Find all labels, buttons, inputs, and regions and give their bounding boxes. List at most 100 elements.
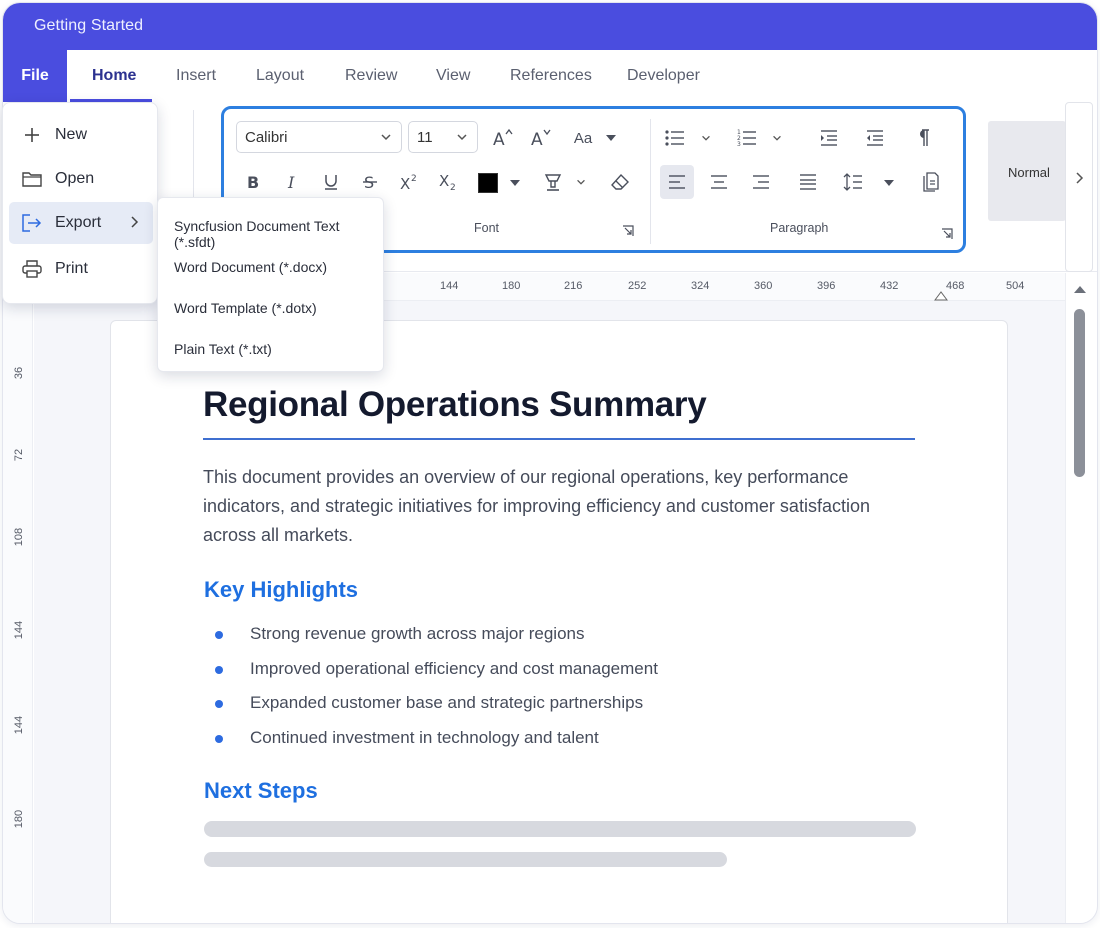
pilcrow-icon (920, 129, 929, 146)
tab-references[interactable]: References (508, 50, 594, 102)
justify-button[interactable] (793, 167, 823, 197)
decrease-indent-button[interactable] (860, 123, 890, 153)
ruler-tick: 144 (13, 620, 25, 640)
ruler-tick: 468 (946, 280, 965, 292)
tab-home[interactable]: Home (69, 50, 154, 102)
export-option-docx[interactable]: Word Document (*.docx) (174, 259, 327, 275)
intro-paragraph[interactable]: This document provides an overview of ou… (203, 463, 883, 550)
italic-button[interactable]: I (278, 167, 308, 197)
menu-item-label: Export (55, 214, 102, 231)
ruler-tick: 180 (502, 280, 521, 292)
scrollbar-thumb[interactable] (1074, 309, 1085, 477)
superscript-button[interactable]: X2 (394, 167, 424, 197)
list-item[interactable]: Continued investment in technology and t… (208, 721, 658, 756)
menu-item-print[interactable]: Print (9, 248, 153, 290)
line-spacing-button[interactable] (838, 167, 868, 197)
next-steps-heading[interactable]: Next Steps (204, 778, 318, 804)
font-size-value: 11 (417, 128, 433, 146)
align-left-button[interactable] (660, 165, 694, 199)
export-icon (22, 214, 42, 232)
ruler-tick: 144 (440, 280, 459, 292)
style-normal[interactable]: Normal (988, 121, 1066, 221)
tab-developer[interactable]: Developer (625, 50, 702, 102)
svg-text:2: 2 (411, 174, 417, 184)
list-item[interactable]: Improved operational efficiency and cost… (208, 652, 658, 687)
tab-layout[interactable]: Layout (254, 50, 306, 102)
caret-down-icon (510, 180, 520, 186)
styles-scroll-button[interactable] (1065, 102, 1093, 272)
svg-text:B: B (247, 174, 259, 190)
bold-button[interactable]: B (238, 167, 268, 197)
highlight-color-button[interactable] (538, 167, 568, 197)
svg-text:I: I (287, 174, 295, 190)
tab-review[interactable]: Review (343, 50, 399, 102)
menu-item-open[interactable]: Open (9, 158, 153, 200)
document-title[interactable]: Regional Operations Summary (203, 385, 707, 425)
change-case-button[interactable]: Aa (567, 123, 599, 153)
ruler-tick: 36 (13, 366, 25, 380)
numbered-list-icon: 123 (737, 129, 756, 147)
document-canvas: Regional Operations Summary This documen… (34, 301, 1065, 923)
tab-file[interactable]: File (3, 50, 67, 102)
ribbon-tabs: File Home Insert Layout Review View Refe… (3, 50, 1097, 102)
show-hide-marks-button[interactable] (908, 123, 938, 153)
tab-view[interactable]: View (434, 50, 472, 102)
font-color-dropdown[interactable] (508, 177, 522, 189)
vertical-scrollbar[interactable] (1065, 273, 1093, 923)
highlighter-icon (544, 174, 562, 191)
document-page[interactable]: Regional Operations Summary This documen… (110, 320, 1008, 923)
export-option-sfdt[interactable]: Syncfusion Document Text (*.sfdt) (174, 218, 383, 250)
tab-insert[interactable]: Insert (174, 50, 218, 102)
paragraph-settings-button[interactable] (916, 167, 946, 197)
underline-icon (325, 175, 337, 190)
eraser-icon (611, 173, 629, 190)
group-separator (650, 119, 651, 244)
bullets-button[interactable] (660, 123, 690, 153)
italic-icon: I (287, 174, 295, 190)
font-size-dropdown[interactable]: 11 (408, 121, 478, 153)
right-indent-marker-icon[interactable] (934, 291, 948, 301)
chevron-down-icon (773, 135, 781, 141)
chevron-down-icon (702, 135, 710, 141)
list-item[interactable]: Expanded customer base and strategic par… (208, 686, 658, 721)
menu-item-new[interactable]: New (9, 114, 153, 156)
subscript-button[interactable]: X2 (433, 167, 463, 197)
underline-button[interactable] (316, 167, 346, 197)
increase-indent-button[interactable] (814, 123, 844, 153)
menu-item-export[interactable]: Export (9, 202, 153, 244)
font-color-button[interactable] (476, 171, 500, 195)
change-case-dropdown[interactable] (604, 131, 618, 145)
font-color-swatch (478, 173, 498, 193)
export-option-dotx[interactable]: Word Template (*.dotx) (174, 300, 317, 316)
dialog-launcher-icon[interactable] (622, 225, 634, 237)
bullet-list-icon (665, 130, 684, 146)
list-item[interactable]: Strong revenue growth across major regio… (208, 617, 658, 652)
highlight-color-dropdown[interactable] (574, 175, 588, 189)
document-copy-icon (923, 172, 939, 192)
grow-font-button[interactable]: A (488, 123, 518, 153)
ruler-tick: 504 (1006, 280, 1025, 292)
align-right-button[interactable] (746, 167, 776, 197)
highlights-heading[interactable]: Key Highlights (204, 577, 358, 603)
bold-icon: B (247, 174, 259, 190)
svg-text:X: X (439, 172, 449, 190)
dialog-launcher-icon[interactable] (941, 228, 953, 240)
font-name-dropdown[interactable]: Calibri (236, 121, 402, 153)
numbering-button[interactable]: 123 (732, 123, 762, 153)
chevron-down-icon (457, 134, 467, 141)
align-left-icon (669, 175, 685, 189)
shrink-font-button[interactable]: A (526, 123, 556, 153)
scroll-up-arrow-icon[interactable] (1074, 286, 1086, 293)
numbering-dropdown[interactable] (770, 131, 784, 145)
subscript-icon: X2 (439, 172, 456, 192)
line-spacing-dropdown[interactable] (882, 177, 896, 189)
align-right-icon (753, 175, 769, 189)
align-center-button[interactable] (704, 167, 734, 197)
export-option-txt[interactable]: Plain Text (*.txt) (174, 341, 272, 357)
export-submenu: Syncfusion Document Text (*.sfdt) Word D… (157, 197, 384, 372)
font-group-label: Font (474, 221, 500, 235)
strikethrough-button[interactable]: S (355, 167, 385, 197)
bullets-dropdown[interactable] (699, 131, 713, 145)
clear-formatting-button[interactable] (605, 167, 635, 197)
ruler-tick: 180 (13, 809, 25, 829)
